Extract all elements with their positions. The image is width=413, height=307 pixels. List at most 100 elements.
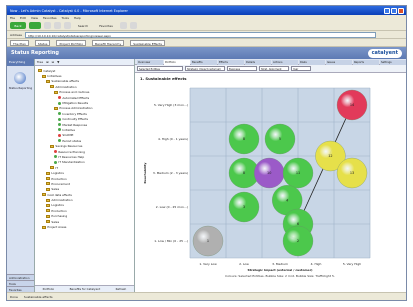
- browser-toolbar: Back Search Favorites: [7, 21, 406, 31]
- folder-icon: [41, 225, 46, 229]
- tree-footer-refresh[interactable]: Refresh: [116, 287, 127, 291]
- link-portfolio[interactable]: Project Portfolio: [56, 39, 87, 46]
- bubble-label: 2: [297, 239, 299, 243]
- bubble-label: 14: [350, 103, 354, 107]
- tab-actions[interactable]: Actions: [272, 60, 298, 65]
- app-body: Everything Status Reporting Administrati…: [7, 59, 406, 292]
- tree-node-label: Period status: [62, 138, 82, 143]
- search-button[interactable]: Search: [74, 22, 92, 29]
- link-status[interactable]: Status: [34, 39, 51, 46]
- folder-icon: [53, 106, 58, 110]
- status-reporting-label[interactable]: Status Reporting: [7, 86, 34, 90]
- menu-tools[interactable]: Tools: [62, 16, 69, 20]
- refresh-icon[interactable]: [54, 22, 61, 29]
- address-bar: Address http://10.10.10.10/catalyst/stat…: [7, 31, 406, 39]
- bubble-label: 3: [243, 205, 245, 209]
- folder-icon: [45, 214, 50, 218]
- home-icon[interactable]: [64, 22, 71, 29]
- tree-node-label: Procurement: [51, 181, 70, 186]
- link-sustainable-effects[interactable]: Sustainable Effects: [130, 39, 165, 46]
- stop-icon[interactable]: [44, 22, 51, 29]
- tree-node-label: Project Areas: [47, 225, 67, 230]
- filter-year[interactable]: Year: [291, 66, 311, 71]
- search-label: Search: [77, 23, 89, 28]
- left-nav-header: Everything: [7, 59, 34, 66]
- left-nav-bottom: Administration Tools Favorites: [7, 274, 34, 292]
- filter-impact[interactable]: Strategic Impact (external): [185, 66, 225, 71]
- mail-icon[interactable]: [120, 22, 127, 29]
- tree-node[interactable]: Project Areas: [35, 224, 134, 229]
- expand-icon[interactable]: ⊞: [46, 60, 49, 64]
- favorites-button[interactable]: Favorites: [95, 22, 117, 29]
- filter-icon[interactable]: ▼: [57, 60, 59, 64]
- address-input[interactable]: http://10.10.10.10/catalyst/statusreport…: [24, 31, 376, 38]
- tab-reports[interactable]: Reports: [353, 60, 379, 65]
- tree-node-label: Sales: [51, 219, 60, 224]
- status-dot-icon: [53, 155, 57, 159]
- folder-icon: [41, 74, 46, 78]
- tab-bar: Overview Portfolio Benefits Effects Details A…: [135, 59, 406, 65]
- tree-node-label: SCAMPI: [62, 133, 74, 138]
- tab-details[interactable]: Details: [245, 60, 271, 65]
- x-axis-label: Strategic Impact (external / customer): [247, 268, 313, 272]
- tree-node-label: Purchasing: [51, 214, 68, 219]
- bubble-label: 5: [279, 137, 281, 141]
- link-benefit-hierarchy[interactable]: Benefit Hierarchy: [92, 39, 125, 46]
- minimize-button[interactable]: [384, 7, 390, 14]
- y-tick-label: 3. Medium (2 - 3 years): [153, 171, 188, 175]
- filter-entities[interactable]: Selected Entities: [137, 66, 183, 71]
- tree-node-label: Production: [51, 208, 67, 213]
- tree-node-label: Process Administration: [59, 106, 93, 111]
- folder-icon: [37, 69, 42, 73]
- y-tick-label: 4. High (0 - 1 years): [158, 137, 188, 141]
- tree-node-label: IT Resources Help: [58, 154, 85, 159]
- x-tick-label: 4. High: [311, 262, 322, 266]
- folder-icon: [45, 220, 50, 224]
- status-dot-icon: [57, 133, 61, 137]
- menu-help[interactable]: Help: [74, 16, 81, 20]
- maximize-button[interactable]: [391, 7, 397, 14]
- menu-favorites[interactable]: Favorites: [43, 16, 57, 20]
- tab-effects[interactable]: Effects: [218, 60, 244, 65]
- link-plan[interactable]: The Plan: [10, 39, 29, 46]
- folder-icon: [45, 203, 50, 207]
- tree-node-label: Initiatives: [47, 74, 62, 79]
- collapse-icon[interactable]: ⊟: [52, 60, 55, 64]
- chart-title: 1. Sustainable effects: [140, 76, 187, 81]
- tree-node-label: Sustainable effects: [51, 79, 79, 84]
- tab-portfolio[interactable]: Portfolio: [164, 60, 190, 65]
- tree-footer-benefits[interactable]: Benefits for Catalyent: [70, 287, 101, 291]
- tree-nodes: Catalyst Initiatives Sustainable effects Ad…: [35, 66, 134, 230]
- menu-view[interactable]: View: [31, 16, 38, 20]
- filter-business[interactable]: Business: [227, 66, 257, 71]
- tab-overview[interactable]: Overview: [137, 60, 163, 65]
- status-dot-icon: [57, 128, 61, 132]
- title-bar: Now - Let's Admin Catalyst - Catalyst 4.…: [7, 6, 406, 15]
- tab-issues[interactable]: Issues: [326, 60, 352, 65]
- status-dot-icon: [57, 101, 61, 105]
- menu-file[interactable]: File: [10, 16, 15, 20]
- back-button[interactable]: Back: [10, 22, 26, 29]
- tree-node-label: Catalyst: [43, 68, 56, 73]
- tree-header: Tree: [36, 60, 44, 64]
- tree-node-label: Savings Resources: [55, 144, 83, 149]
- tree-node-label: Continuity Effects: [62, 117, 88, 122]
- tab-benefits[interactable]: Benefits: [191, 60, 217, 65]
- address-label: Address: [10, 32, 22, 37]
- tab-risks[interactable]: Risks: [299, 60, 325, 65]
- x-tick-label: 3. Medium: [272, 262, 288, 266]
- catalyent-logo: catalyent: [367, 49, 402, 58]
- folder-icon: [45, 182, 50, 186]
- close-button[interactable]: [398, 7, 404, 14]
- tree-footer-portfolio[interactable]: Portfolio: [43, 287, 55, 291]
- folder-icon: [45, 187, 50, 191]
- tab-settings[interactable]: Settings: [380, 60, 406, 65]
- x-tick-label: 1. Very Low: [199, 262, 217, 266]
- status-reporting-icon[interactable]: [14, 72, 27, 84]
- forward-button[interactable]: [29, 22, 41, 29]
- y-tick-label: 2. Low (0 - 25 mon...): [156, 205, 188, 209]
- filter-alignment[interactable]: Strat. Alignment: [259, 66, 289, 71]
- menu-edit[interactable]: Edit: [20, 16, 26, 20]
- app-header: Status Reporting catalyent: [7, 47, 406, 59]
- print-icon[interactable]: [130, 22, 137, 29]
